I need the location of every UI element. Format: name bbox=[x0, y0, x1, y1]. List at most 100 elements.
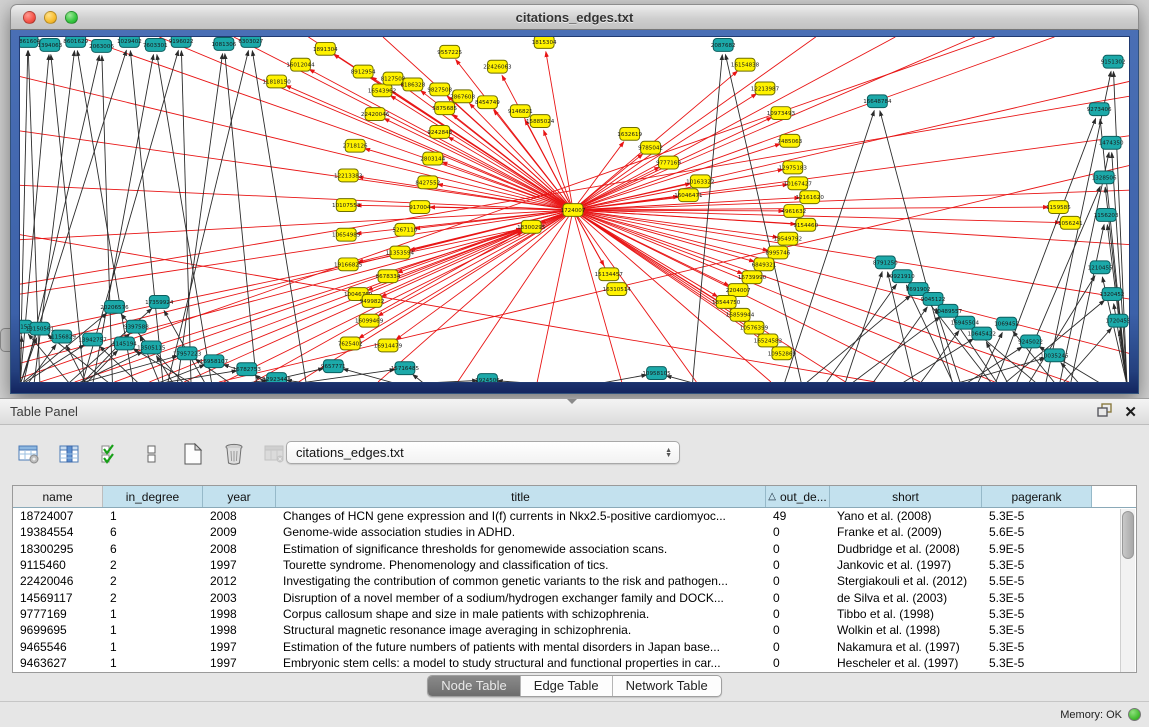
graph-node[interactable]: 9921910 bbox=[890, 270, 915, 283]
float-panel-icon[interactable] bbox=[1097, 403, 1112, 422]
graph-node[interactable]: 1056241 bbox=[1058, 216, 1083, 229]
graph-node[interactable]: 1720455 bbox=[1106, 314, 1129, 327]
graph-node[interactable]: 917004 bbox=[409, 201, 431, 214]
table-panel-header[interactable]: Table Panel ✕ bbox=[0, 399, 1149, 425]
graph-node[interactable]: 9397588 bbox=[124, 320, 149, 333]
graph-node[interactable]: 16543962 bbox=[368, 84, 396, 97]
graph-node[interactable]: 1320452 bbox=[1100, 288, 1125, 301]
network-canvas[interactable]: 1724007183002958912954165439622242004627… bbox=[19, 36, 1130, 383]
delete-selected-rows-icon[interactable] bbox=[221, 441, 247, 467]
graph-node[interactable]: 9045122 bbox=[921, 293, 946, 306]
table-row[interactable]: 977716911998Corpus callosum shape and si… bbox=[13, 606, 1136, 622]
graph-node[interactable]: 16524582 bbox=[754, 334, 782, 347]
graph-node[interactable]: 16782753 bbox=[233, 363, 262, 376]
graph-node[interactable]: 2204007 bbox=[726, 284, 751, 297]
graph-node[interactable]: 12923448 bbox=[262, 373, 291, 382]
table-row[interactable]: 946362711997Embryonic stem cells: a mode… bbox=[13, 655, 1136, 671]
graph-node[interactable]: 16046471 bbox=[674, 189, 703, 202]
graph-node[interactable]: 12975183 bbox=[779, 161, 808, 174]
graph-node[interactable]: 8995746 bbox=[766, 246, 791, 259]
column-header-title[interactable]: title bbox=[276, 486, 766, 507]
graph-node[interactable]: 8678334 bbox=[376, 270, 401, 283]
table-row[interactable]: 969969511998Structural magnetic resonanc… bbox=[13, 622, 1136, 638]
graph-node[interactable]: 1724007 bbox=[561, 204, 586, 217]
graph-node[interactable]: 9777169 bbox=[656, 156, 681, 169]
graph-node[interactable]: 2087682 bbox=[711, 38, 736, 51]
graph-node[interactable]: 9245022 bbox=[1018, 335, 1043, 348]
graph-node[interactable]: 15134457 bbox=[595, 268, 624, 281]
graph-node[interactable]: 1891304 bbox=[313, 42, 338, 55]
graph-node[interactable]: 9146821 bbox=[508, 105, 533, 118]
graph-node[interactable]: 6849321 bbox=[752, 258, 777, 271]
graph-node[interactable]: 9151302 bbox=[1101, 55, 1126, 68]
graph-node[interactable]: 16012044 bbox=[286, 58, 315, 71]
graph-node[interactable]: 1815304 bbox=[532, 37, 557, 48]
graph-node[interactable]: 7485063 bbox=[777, 134, 802, 147]
graph-node[interactable]: 16739990 bbox=[738, 271, 767, 284]
graph-node[interactable]: 2718126 bbox=[343, 139, 368, 152]
graph-node[interactable]: 16958107 bbox=[200, 355, 229, 368]
graph-node[interactable]: 9499822 bbox=[360, 295, 385, 308]
graph-node[interactable]: 12213987 bbox=[751, 82, 780, 95]
graph-node[interactable]: 12213383 bbox=[334, 169, 363, 182]
create-new-table-icon[interactable] bbox=[180, 441, 206, 467]
column-header-year[interactable]: year bbox=[203, 486, 276, 507]
column-header-name[interactable]: name bbox=[13, 486, 103, 507]
table-row[interactable]: 1830029562008Estimation of significance … bbox=[13, 541, 1136, 557]
table-row[interactable]: 1872400712008Changes of HCN gene express… bbox=[13, 508, 1136, 524]
column-header-out-degree[interactable]: △out_de... bbox=[766, 486, 830, 507]
vertical-scrollbar[interactable] bbox=[1120, 509, 1135, 672]
graph-node[interactable]: 9785042 bbox=[638, 141, 663, 154]
graph-node[interactable]: 10654985 bbox=[332, 228, 361, 241]
graph-node[interactable]: 1474350 bbox=[1099, 136, 1124, 149]
graph-node[interactable]: 10163322 bbox=[686, 175, 714, 188]
graph-node[interactable]: 13942757 bbox=[78, 333, 107, 346]
graph-node[interactable]: 17957223 bbox=[173, 347, 202, 360]
graph-node[interactable]: 8454749 bbox=[475, 96, 500, 109]
graph-node[interactable]: 8601629 bbox=[63, 37, 88, 47]
graph-node[interactable]: 8427552 bbox=[415, 176, 440, 189]
graph-node[interactable]: 7625402 bbox=[338, 337, 363, 350]
table-row[interactable]: 1938455462009Genome-wide association stu… bbox=[13, 524, 1136, 540]
column-header-short[interactable]: short bbox=[830, 486, 982, 507]
column-header-pagerank[interactable]: pagerank bbox=[982, 486, 1092, 507]
graph-node[interactable]: 18544750 bbox=[712, 296, 741, 309]
graph-node[interactable]: 9557225 bbox=[437, 45, 462, 58]
graph-node[interactable]: 13150561 bbox=[26, 322, 55, 335]
graph-node[interactable]: 5875685 bbox=[432, 102, 457, 115]
graph-node[interactable]: 1394063 bbox=[37, 38, 62, 51]
graph-node[interactable]: 1924506 bbox=[475, 374, 500, 382]
graph-node[interactable]: 15716485 bbox=[391, 362, 420, 375]
graph-node[interactable]: 2867608 bbox=[450, 90, 475, 103]
graph-node[interactable]: 4961632 bbox=[781, 205, 806, 218]
graph-node[interactable]: 9827508 bbox=[427, 83, 452, 96]
graph-node[interactable]: 8912954 bbox=[351, 65, 376, 78]
graph-node[interactable]: 15885024 bbox=[526, 115, 555, 128]
graph-node[interactable]: 1159585 bbox=[1046, 201, 1071, 214]
graph-node[interactable]: 9242848 bbox=[427, 125, 452, 138]
show-column-icon[interactable] bbox=[57, 441, 83, 467]
graph-node[interactable]: 8791250 bbox=[873, 256, 898, 269]
tab-node-table[interactable]: Node Table bbox=[428, 676, 520, 696]
graph-node[interactable]: 6303027 bbox=[238, 37, 263, 47]
graph-node[interactable]: 9273406 bbox=[1087, 103, 1112, 116]
graph-node[interactable]: 7603301 bbox=[143, 38, 168, 51]
graph-node[interactable]: 1328506 bbox=[1092, 171, 1117, 184]
graph-node[interactable]: 10645422 bbox=[968, 327, 996, 340]
close-panel-icon[interactable]: ✕ bbox=[1124, 406, 1137, 420]
graph-node[interactable]: 2803144 bbox=[420, 152, 445, 165]
graph-node[interactable]: 9154460 bbox=[793, 218, 818, 231]
graph-node[interactable]: 22426063 bbox=[483, 60, 512, 73]
graph-node[interactable]: 9657771 bbox=[321, 360, 346, 373]
window-titlebar[interactable]: citations_edges.txt bbox=[10, 4, 1139, 30]
graph-node[interactable]: 1156203 bbox=[1094, 209, 1119, 222]
table-row[interactable]: 2242004622012Investigating the contribut… bbox=[13, 573, 1136, 589]
graph-node[interactable]: 1210455 bbox=[1088, 261, 1113, 274]
graph-node[interactable]: 10958105 bbox=[642, 367, 671, 380]
table-row[interactable]: 1456911722003Disruption of a novel membe… bbox=[13, 589, 1136, 605]
tab-edge-table[interactable]: Edge Table bbox=[520, 676, 612, 696]
scrollbar-thumb[interactable] bbox=[1122, 511, 1134, 559]
graph-node[interactable]: 9196022 bbox=[169, 37, 194, 47]
graph-node[interactable]: 1069452 bbox=[994, 317, 1019, 330]
table-row[interactable]: 946554611997Estimation of the future num… bbox=[13, 638, 1136, 654]
